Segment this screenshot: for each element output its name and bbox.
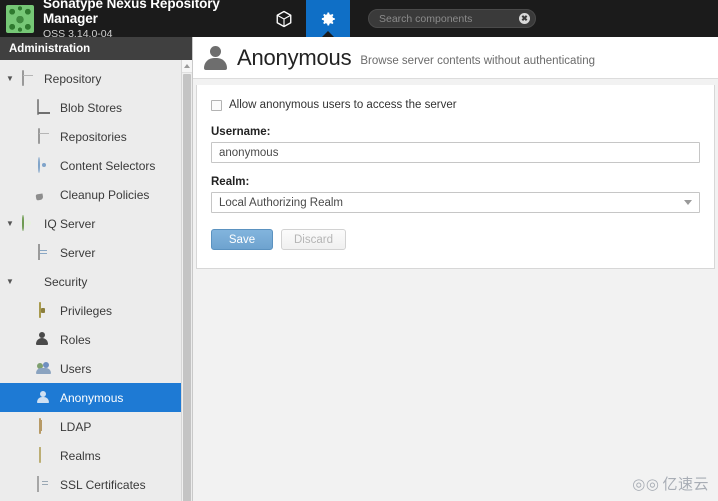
sidebar-item-users[interactable]: Users <box>0 354 183 383</box>
sidebar-item-repository[interactable]: ▼ Repository <box>0 64 183 93</box>
sidebar-item-privileges[interactable]: Privileges <box>0 296 183 325</box>
realm-selected-value: Local Authorizing Realm <box>219 196 344 209</box>
tab-administration[interactable] <box>306 0 350 37</box>
sidebar-item-security[interactable]: ▼ Security <box>0 267 183 296</box>
sidebar-item-label: Repository <box>44 71 102 86</box>
sidebar-item-label: Realms <box>60 448 101 463</box>
sidebar-item-repositories[interactable]: Repositories <box>0 122 183 151</box>
form-actions: Save Discard <box>211 229 700 250</box>
content-selector-icon <box>36 157 53 173</box>
search-wrap: Search components ✖ <box>368 0 536 37</box>
page-title: Anonymous <box>237 44 352 70</box>
sidebar-item-label: Repositories <box>60 129 127 144</box>
repositories-icon <box>36 128 53 144</box>
realm-field-group: Realm: Local Authorizing Realm <box>211 176 700 213</box>
sidebar-nav: ▼ Repository Blob Stores Repositories Co… <box>0 60 192 499</box>
sidebar-item-label: Roles <box>60 332 91 347</box>
privilege-icon <box>36 302 53 318</box>
sidebar-item-content-selectors[interactable]: Content Selectors <box>0 151 183 180</box>
chevron-down-icon[interactable] <box>684 200 692 205</box>
sidebar-item-label: Security <box>44 274 88 289</box>
search-placeholder: Search components <box>379 12 473 25</box>
username-field-group: Username: <box>211 126 700 163</box>
brand: Sonatype Nexus Repository Manager OSS 3.… <box>0 0 262 40</box>
watermark: ◎◎ 亿速云 <box>632 473 709 494</box>
tab-browse[interactable] <box>262 0 306 37</box>
sidebar-item-label: Users <box>60 361 92 376</box>
anonymous-settings-panel: Allow anonymous users to access the serv… <box>196 85 715 269</box>
cube-icon <box>276 10 292 27</box>
chevron-down-icon[interactable]: ▼ <box>6 277 20 286</box>
sidebar-header: Administration <box>0 37 192 60</box>
realm-select[interactable]: Local Authorizing Realm <box>211 192 700 213</box>
page-subtitle: Browse server contents without authentic… <box>360 54 595 67</box>
scroll-up-arrow-icon[interactable] <box>182 60 192 73</box>
realm-icon <box>36 447 53 463</box>
user-avatar-icon <box>203 45 228 70</box>
database-icon <box>20 70 37 86</box>
page-header: Anonymous Browse server contents without… <box>193 37 718 79</box>
sidebar-item-label: Privileges <box>60 303 113 318</box>
security-icon <box>20 274 37 289</box>
users-icon <box>36 361 53 376</box>
chevron-down-icon[interactable]: ▼ <box>6 219 20 228</box>
iq-server-icon <box>20 215 37 231</box>
role-icon <box>36 332 53 347</box>
allow-anonymous-checkbox[interactable] <box>211 99 222 111</box>
sidebar-item-label: Anonymous <box>60 390 124 405</box>
app-title: Sonatype Nexus Repository Manager <box>43 0 220 26</box>
sidebar-item-label: Content Selectors <box>60 158 156 173</box>
sidebar-item-roles[interactable]: Roles <box>0 325 183 354</box>
search-clear-icon[interactable]: ✖ <box>519 13 530 24</box>
sidebar-item-label: Server <box>60 245 96 260</box>
brand-text: Sonatype Nexus Repository Manager OSS 3.… <box>43 0 262 40</box>
sidebar: Administration ▼ Repository Blob Stores … <box>0 37 193 501</box>
sidebar-item-realms[interactable]: Realms <box>0 441 183 470</box>
broom-icon <box>36 187 53 202</box>
nexus-logo-icon <box>6 4 34 33</box>
sidebar-item-blob-stores[interactable]: Blob Stores <box>0 93 183 122</box>
allow-anonymous-row[interactable]: Allow anonymous users to access the serv… <box>211 99 700 111</box>
anonymous-icon <box>36 390 53 405</box>
sidebar-item-label: Blob Stores <box>60 100 123 115</box>
sidebar-item-label: SSL Certificates <box>60 477 146 492</box>
allow-anonymous-label: Allow anonymous users to access the serv… <box>229 99 457 111</box>
save-button[interactable]: Save <box>211 229 273 250</box>
realm-label: Realm: <box>211 176 250 188</box>
username-label: Username: <box>211 126 271 138</box>
sidebar-item-ldap[interactable]: LDAP <box>0 412 183 441</box>
nexus-repository-manager-window: Sonatype Nexus Repository Manager OSS 3.… <box>0 0 718 501</box>
sidebar-item-iq-server[interactable]: ▼ IQ Server <box>0 209 183 238</box>
sidebar-item-cleanup-policies[interactable]: Cleanup Policies <box>0 180 183 209</box>
watermark-logo-icon: ◎◎ <box>632 475 660 493</box>
ssl-certificate-icon <box>36 476 53 492</box>
search-input[interactable]: Search components ✖ <box>368 9 536 28</box>
sidebar-item-label: LDAP <box>60 419 92 434</box>
sidebar-item-label: IQ Server <box>44 216 96 231</box>
watermark-text: 亿速云 <box>662 476 709 493</box>
sidebar-item-ssl-certificates[interactable]: SSL Certificates <box>0 470 183 499</box>
chevron-down-icon[interactable]: ▼ <box>6 74 20 83</box>
server-icon <box>36 244 53 260</box>
username-input[interactable] <box>211 142 700 163</box>
scrollbar-thumb[interactable] <box>183 74 191 501</box>
gear-icon <box>321 12 335 25</box>
discard-button: Discard <box>281 229 346 250</box>
main-content: Anonymous Browse server contents without… <box>193 37 718 501</box>
sidebar-item-anonymous[interactable]: Anonymous <box>0 383 183 412</box>
top-bar: Sonatype Nexus Repository Manager OSS 3.… <box>0 0 718 40</box>
mode-tabs <box>262 0 350 37</box>
ldap-icon <box>36 418 53 434</box>
sidebar-item-server[interactable]: Server <box>0 238 183 267</box>
sidebar-item-label: Cleanup Policies <box>60 187 150 202</box>
sidebar-scrollbar[interactable] <box>181 60 192 501</box>
blob-store-icon <box>36 99 53 115</box>
